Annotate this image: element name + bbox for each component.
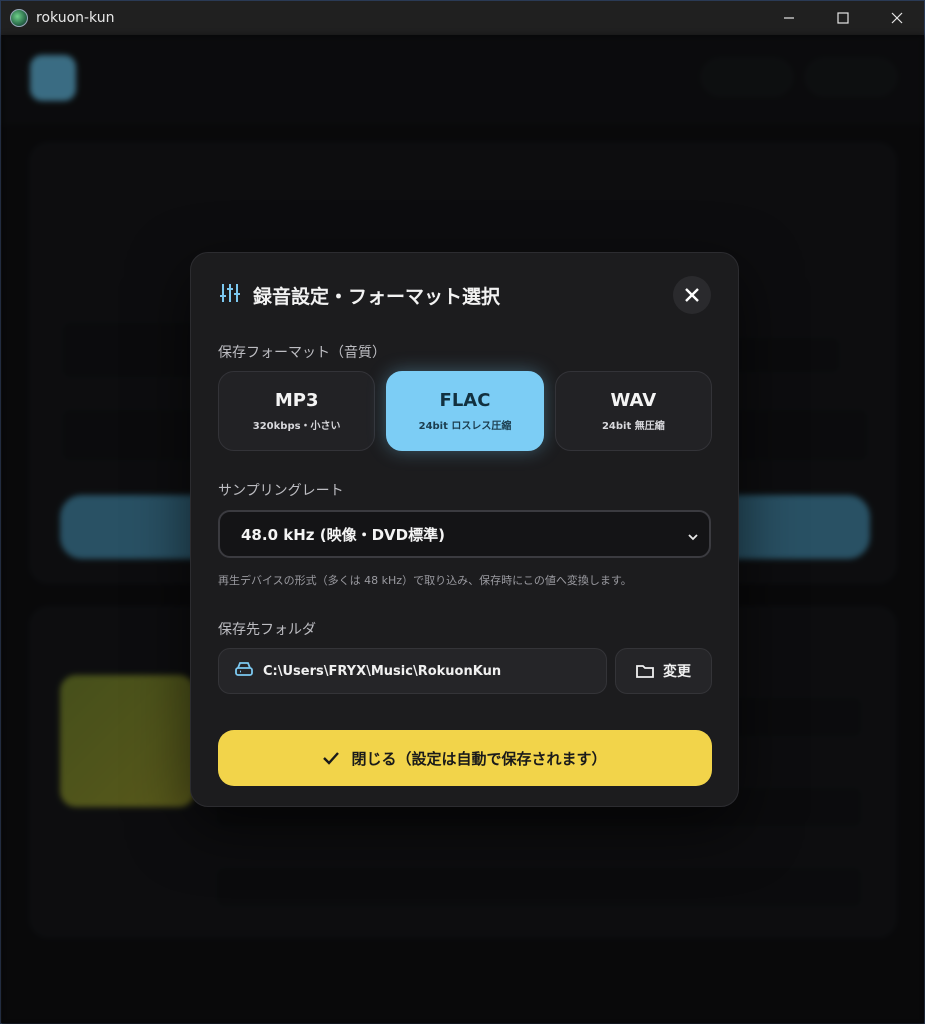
app-window: rokuon-kun 録音設定・フォーマット選択 保存フォーマット（音質） MP… <box>0 0 925 1024</box>
drive-icon <box>235 661 253 681</box>
format-option-mp3[interactable]: MP3 320kbps・小さい <box>218 371 376 451</box>
minimize-button[interactable] <box>762 1 816 35</box>
close-icon <box>685 288 699 302</box>
folder-icon <box>636 665 654 678</box>
close-settings-label: 閉じる（設定は自動で保存されます） <box>351 749 607 768</box>
change-folder-label: 変更 <box>663 664 691 680</box>
title-bar[interactable]: rokuon-kun <box>1 1 924 35</box>
check-icon <box>323 752 340 765</box>
app-globe-icon <box>10 9 28 27</box>
format-name: MP3 <box>274 390 319 411</box>
format-option-wav[interactable]: WAV 24bit 無圧縮 <box>554 371 712 451</box>
format-option-flac[interactable]: FLAC 24bit ロスレス圧縮 <box>386 371 544 451</box>
format-desc: 24bit ロスレス圧縮 <box>418 421 512 432</box>
window-title: rokuon-kun <box>36 10 115 26</box>
format-name: FLAC <box>439 390 491 411</box>
format-section-label: 保存フォーマット（音質） <box>218 345 386 361</box>
format-desc: 320kbps・小さい <box>252 421 341 432</box>
close-settings-button[interactable]: 閉じる（設定は自動で保存されます） <box>218 730 712 786</box>
sample-rate-value: 48.0 kHz (映像・DVD標準) <box>241 525 445 544</box>
sliders-icon <box>219 282 241 308</box>
format-name: WAV <box>610 390 657 411</box>
modal-close-button[interactable] <box>673 276 711 314</box>
modal-title: 録音設定・フォーマット選択 <box>253 285 501 308</box>
maximize-button[interactable] <box>816 1 870 35</box>
sample-rate-hint: 再生デバイスの形式（多くは 48 kHz）で取り込み、保存時にこの値へ変換します… <box>218 574 632 587</box>
window-close-button[interactable] <box>870 1 924 35</box>
folder-path-field[interactable]: C:\Users\FRYX\Music\RokuonKun <box>218 648 607 694</box>
sample-rate-label: サンプリングレート <box>218 483 344 499</box>
minimize-icon <box>784 17 794 19</box>
maximize-icon <box>837 12 849 24</box>
change-folder-button[interactable]: 変更 <box>615 648 712 694</box>
chevron-down-icon <box>687 528 699 547</box>
folder-path: C:\Users\FRYX\Music\RokuonKun <box>263 663 502 679</box>
sample-rate-select[interactable]: 48.0 kHz (映像・DVD標準) <box>218 510 711 558</box>
modal-header: 録音設定・フォーマット選択 <box>219 281 500 309</box>
window-controls <box>762 1 924 35</box>
format-options: MP3 320kbps・小さい FLAC 24bit ロスレス圧縮 WAV 24… <box>218 371 712 451</box>
format-desc: 24bit 無圧縮 <box>601 421 665 432</box>
settings-modal: 録音設定・フォーマット選択 保存フォーマット（音質） MP3 320kbps・小… <box>190 252 739 807</box>
close-icon <box>891 12 903 24</box>
folder-label: 保存先フォルダ <box>218 622 316 638</box>
